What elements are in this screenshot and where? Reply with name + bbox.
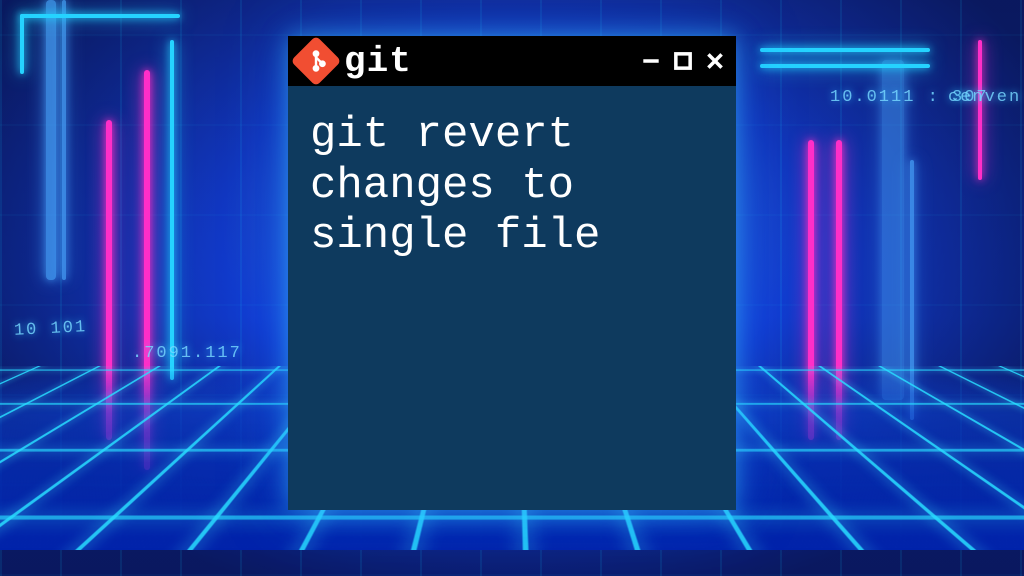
bg-code-left-2: 10 101 (14, 318, 88, 341)
window-title: git (344, 41, 412, 82)
bg-code-top-right-2: cenven (948, 88, 1021, 107)
close-button[interactable] (704, 50, 726, 72)
title-bar[interactable]: git (288, 36, 736, 86)
bg-code-left-1: .7091.117 (132, 344, 242, 363)
terminal-window: git git revert changes to single file (288, 36, 736, 510)
git-logo-icon (298, 43, 334, 79)
window-controls (640, 50, 726, 72)
minimize-button[interactable] (640, 50, 662, 72)
maximize-button[interactable] (672, 50, 694, 72)
terminal-command-text: git revert changes to single file (310, 110, 600, 261)
terminal-body[interactable]: git revert changes to single file (288, 86, 736, 286)
